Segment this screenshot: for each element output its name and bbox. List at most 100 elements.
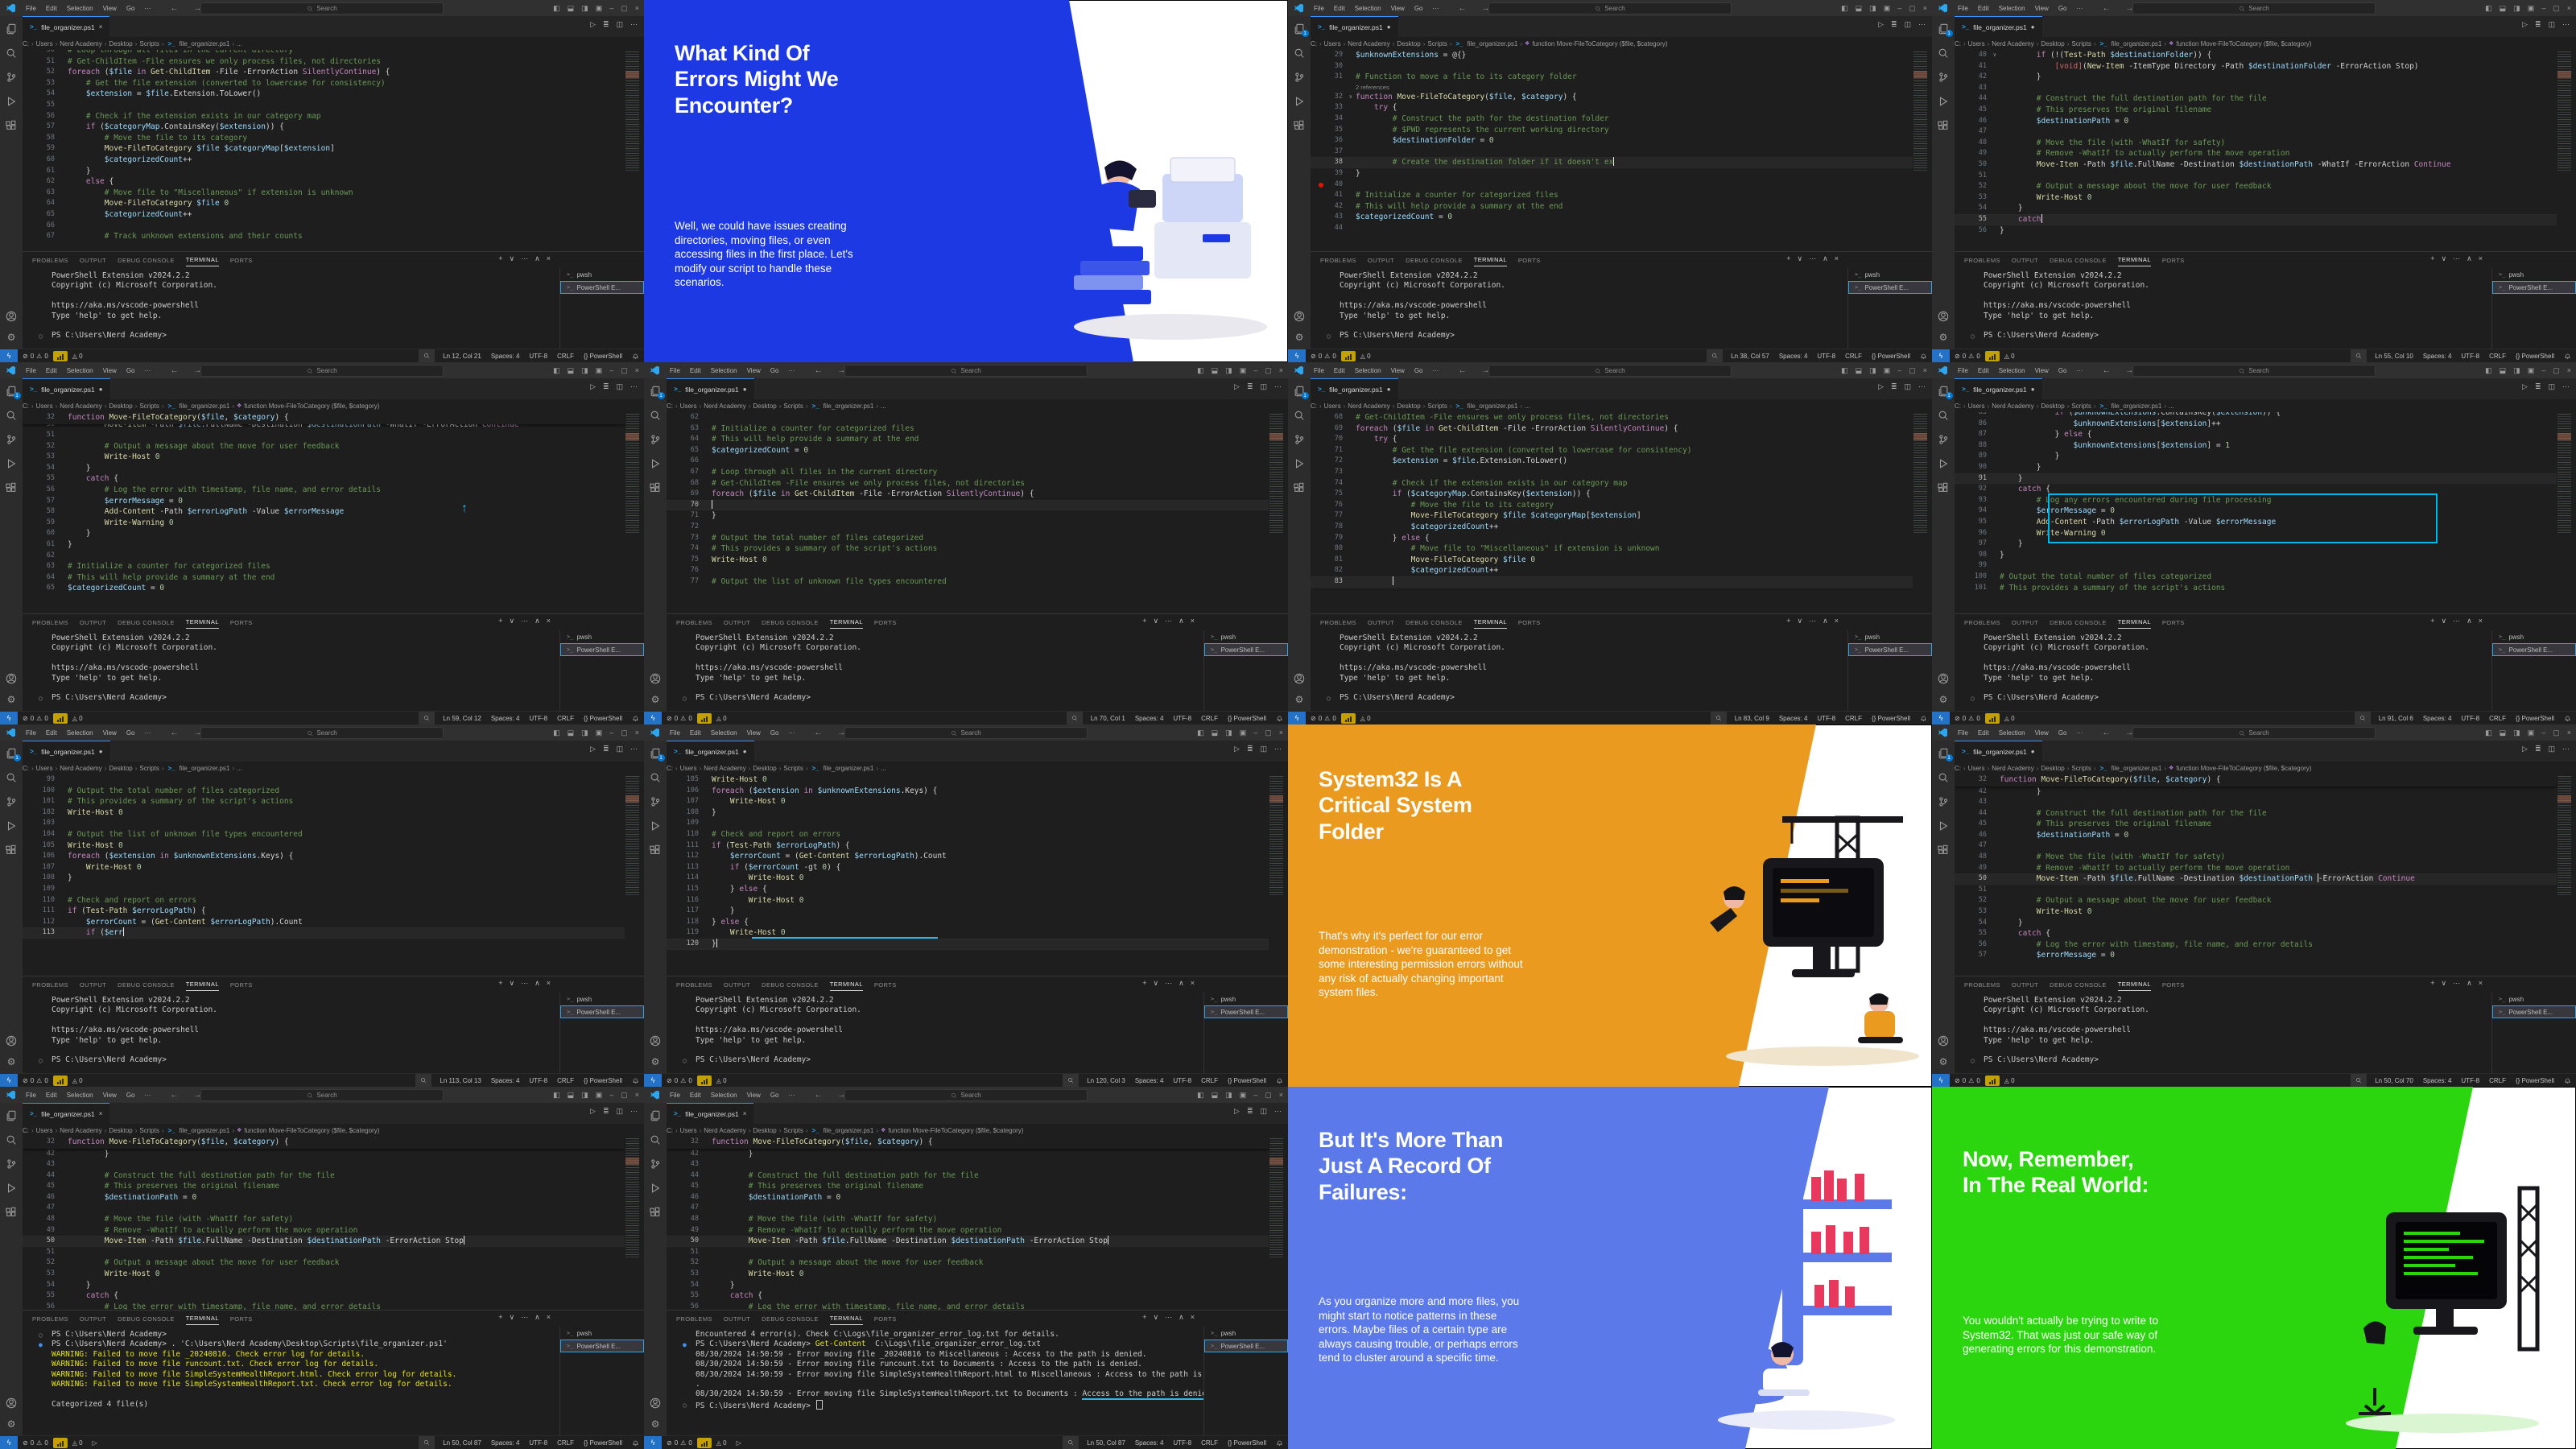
- panel-tab-ports[interactable]: PORTS: [2162, 979, 2185, 991]
- menu-view[interactable]: View: [98, 729, 122, 737]
- notifications-bell-icon[interactable]: [627, 715, 644, 722]
- encoding-status[interactable]: UTF-8: [524, 1077, 552, 1084]
- more-icon[interactable]: ⋯: [1165, 979, 1172, 988]
- terminal-dropdown-icon[interactable]: ∨: [510, 254, 515, 263]
- terminal-output[interactable]: PowerShell Extension v2024.2.2Copyright …: [23, 634, 559, 710]
- menu-[interactable]: ···: [2071, 5, 2087, 12]
- panel-tab-debug-console[interactable]: DEBUG CONSOLE: [762, 617, 819, 629]
- sidebar-source-control-icon[interactable]: [650, 433, 662, 445]
- more-actions-icon[interactable]: ⋯: [2562, 20, 2570, 29]
- split-editor-icon[interactable]: ◫: [1904, 382, 1911, 391]
- zoom-indicator-icon[interactable]: [419, 1436, 435, 1449]
- language-status[interactable]: {} PowerShell: [1223, 1439, 1271, 1447]
- settings-gear-icon[interactable]: ⚙: [7, 1056, 16, 1067]
- close-icon[interactable]: ×: [1923, 4, 1927, 12]
- menu-file[interactable]: File: [21, 367, 41, 374]
- layout-sidebar-right-icon[interactable]: ◨: [581, 1091, 588, 1100]
- account-icon[interactable]: [6, 1034, 18, 1046]
- layout-sidebar-right-icon[interactable]: ◨: [2513, 4, 2520, 13]
- search-input[interactable]: Search: [200, 727, 444, 739]
- more-actions-icon[interactable]: ⋯: [630, 20, 638, 29]
- breadcrumb-item[interactable]: Scripts: [2071, 40, 2091, 47]
- indentation-status[interactable]: Spaces: 4: [1130, 1077, 1169, 1084]
- terminal-dropdown-icon[interactable]: ∨: [1798, 254, 1803, 263]
- menu-view[interactable]: View: [742, 367, 766, 374]
- breadcrumb-function[interactable]: function Move-FileToCategory ($file, $ca…: [244, 1127, 379, 1134]
- indentation-status[interactable]: Spaces: 4: [486, 353, 525, 360]
- sidebar-explorer-icon[interactable]: 1: [1294, 23, 1306, 35]
- sidebar-source-control-icon[interactable]: [1938, 795, 1950, 807]
- menu-[interactable]: ···: [2071, 729, 2087, 737]
- menu-go[interactable]: Go: [2054, 729, 2072, 737]
- menu-file[interactable]: File: [1953, 729, 1973, 737]
- code-editor[interactable]: 42 }4344 # Construct the full destinatio…: [667, 1137, 1288, 1310]
- menu-selection[interactable]: Selection: [706, 367, 742, 374]
- breadcrumb-ellipsis[interactable]: ...: [881, 402, 886, 410]
- menu-edit[interactable]: Edit: [1973, 5, 1994, 12]
- encoding-status[interactable]: UTF-8: [524, 715, 552, 722]
- breadcrumb-item[interactable]: Nerd Academy: [60, 40, 101, 47]
- layout-customize-icon[interactable]: ▣: [2528, 366, 2535, 375]
- restore-icon[interactable]: ▢: [1265, 366, 1272, 375]
- language-status[interactable]: {} PowerShell: [579, 1077, 627, 1084]
- breadcrumb-item[interactable]: Nerd Academy: [704, 1127, 745, 1134]
- more-actions-icon[interactable]: ⋯: [630, 745, 638, 753]
- layout-sidebar-right-icon[interactable]: ◨: [2513, 366, 2520, 375]
- menu-edit[interactable]: Edit: [41, 729, 62, 737]
- panel-tab-terminal[interactable]: TERMINAL: [830, 1312, 863, 1325]
- breadcrumb[interactable]: C:›Users›Nerd Academy›Desktop›Scripts›>_…: [667, 762, 1288, 774]
- sidebar-source-control-icon[interactable]: [650, 1158, 662, 1170]
- more-icon[interactable]: ⋯: [521, 979, 528, 988]
- run-below-icon[interactable]: ≣: [2535, 382, 2541, 391]
- terminal-output[interactable]: PowerShell Extension v2024.2.2Copyright …: [667, 634, 1203, 710]
- menu-[interactable]: ···: [783, 729, 799, 737]
- breadcrumb-item[interactable]: file_organizer.ps1: [180, 1127, 230, 1134]
- run-icon[interactable]: ▷: [1234, 745, 1240, 753]
- layout-sidebar-icon[interactable]: ◧: [2485, 4, 2492, 13]
- breadcrumb-item[interactable]: C:: [23, 402, 29, 410]
- encoding-status[interactable]: UTF-8: [524, 353, 552, 360]
- layout-panel-icon[interactable]: ⬓: [568, 1091, 575, 1100]
- panel-tab-terminal[interactable]: TERMINAL: [2118, 254, 2151, 266]
- breadcrumb-item[interactable]: file_organizer.ps1: [1468, 402, 1518, 410]
- powershell-session-icon[interactable]: ϟ: [1932, 712, 1950, 724]
- sidebar-extensions-icon[interactable]: [6, 844, 18, 856]
- close-panel-icon[interactable]: ×: [1191, 617, 1195, 625]
- layout-sidebar-icon[interactable]: ◧: [553, 1091, 560, 1100]
- breadcrumb-ellipsis[interactable]: ...: [1525, 402, 1530, 410]
- terminal-list-item[interactable]: >_pwsh: [1204, 993, 1288, 1005]
- close-panel-icon[interactable]: ×: [547, 979, 551, 988]
- code-editor[interactable]: 105Write-Host 0106foreach ($extension …: [667, 774, 1288, 976]
- layout-sidebar-icon[interactable]: ◧: [1841, 366, 1848, 375]
- tab-file-organizer[interactable]: >_file_organizer.ps1×: [23, 1103, 109, 1124]
- terminal-list-item[interactable]: >_pwsh: [1204, 630, 1288, 643]
- sidebar-run-debug-icon[interactable]: [1938, 457, 1950, 469]
- tab-dirty-dot[interactable]: ●: [99, 386, 103, 393]
- panel-tab-terminal[interactable]: TERMINAL: [1474, 616, 1507, 629]
- split-editor-icon[interactable]: ◫: [1904, 20, 1911, 29]
- menu-[interactable]: ···: [2071, 367, 2087, 374]
- search-input[interactable]: Search: [844, 365, 1088, 377]
- codelens-references[interactable]: 2 references: [1311, 83, 1913, 92]
- panel-tab-problems[interactable]: PROBLEMS: [1964, 979, 2000, 991]
- menu-selection[interactable]: Selection: [1350, 367, 1386, 374]
- panel-tab-output[interactable]: OUTPUT: [724, 1313, 750, 1325]
- menu-[interactable]: ···: [139, 1092, 155, 1099]
- powershell-session-icon[interactable]: ϟ: [0, 712, 18, 724]
- layout-panel-icon[interactable]: ⬓: [1212, 366, 1219, 375]
- sidebar-extensions-icon[interactable]: [1294, 119, 1306, 131]
- layout-sidebar-right-icon[interactable]: ◨: [581, 366, 588, 375]
- panel-tab-debug-console[interactable]: DEBUG CONSOLE: [1406, 617, 1463, 629]
- breadcrumb[interactable]: C:›Users›Nerd Academy›Desktop›Scripts›>_…: [1311, 37, 1932, 50]
- restore-icon[interactable]: ▢: [1909, 4, 1916, 13]
- terminal-list-item[interactable]: >_pwsh: [2492, 993, 2576, 1005]
- cursor-position[interactable]: Ln 83, Col 9: [1730, 715, 1774, 722]
- cursor-position[interactable]: Ln 50, Col 70: [2370, 1077, 2418, 1084]
- close-icon[interactable]: ×: [635, 366, 639, 374]
- sidebar-explorer-icon[interactable]: 1: [650, 385, 662, 397]
- settings-gear-icon[interactable]: ⚙: [7, 1418, 16, 1430]
- panel-tab-output[interactable]: OUTPUT: [2012, 617, 2038, 629]
- new-terminal-icon[interactable]: +: [1142, 1313, 1146, 1322]
- breadcrumb-item[interactable]: Nerd Academy: [1348, 402, 1389, 410]
- tab-file-organizer[interactable]: >_file_organizer.ps1●: [667, 741, 754, 762]
